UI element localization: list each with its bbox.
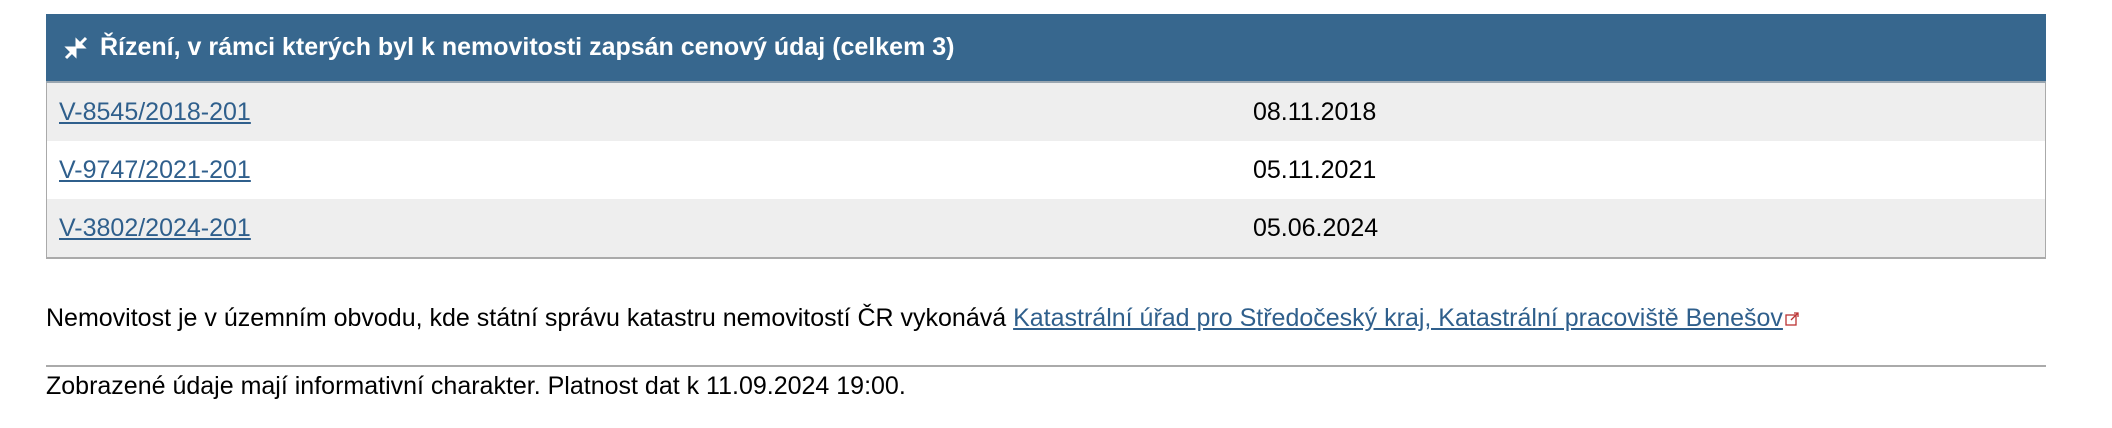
panel-header: Řízení, v rámci kterých byl k nemovitost…	[46, 14, 2046, 83]
table-row: V-9747/2021-201 05.11.2021	[47, 141, 2046, 199]
office-link[interactable]: Katastrální úřad pro Středočeský kraj, K…	[1013, 304, 1783, 332]
table-row: V-3802/2024-201 05.06.2024	[46, 199, 2046, 258]
compress-arrows-icon	[64, 36, 88, 59]
proceeding-date: 08.11.2018	[1253, 83, 2046, 141]
proceedings-panel: Řízení, v rámci kterých byl k nemovitost…	[46, 14, 2046, 259]
proceeding-id-cell: V-8545/2018-201	[46, 83, 1253, 141]
panel-title: Řízení, v rámci kterých byl k nemovitost…	[100, 33, 955, 61]
proceeding-id-cell: V-9747/2021-201	[47, 141, 1254, 199]
validity-note: Zobrazené údaje mají informativní charak…	[46, 372, 906, 400]
external-link-icon	[1785, 312, 1799, 327]
proceeding-link[interactable]: V-9747/2021-201	[59, 156, 251, 184]
office-text: Nemovitost je v územním obvodu, kde stát…	[46, 304, 1014, 332]
proceeding-id-cell: V-3802/2024-201	[46, 199, 1253, 258]
proceeding-date: 05.06.2024	[1253, 199, 2046, 258]
proceeding-date: 05.11.2021	[1253, 155, 1377, 184]
divider	[46, 365, 2046, 367]
table-row: V-8545/2018-201 08.11.2018	[46, 83, 2046, 141]
proceeding-link[interactable]: V-8545/2018-201	[59, 98, 251, 126]
proceedings-table: V-8545/2018-201 08.11.2018 V-9747/2021-201…	[46, 83, 2046, 259]
office-info: Nemovitost je v územním obvodu, kde stát…	[46, 304, 1799, 333]
proceeding-link[interactable]: V-3802/2024-201	[59, 214, 251, 242]
